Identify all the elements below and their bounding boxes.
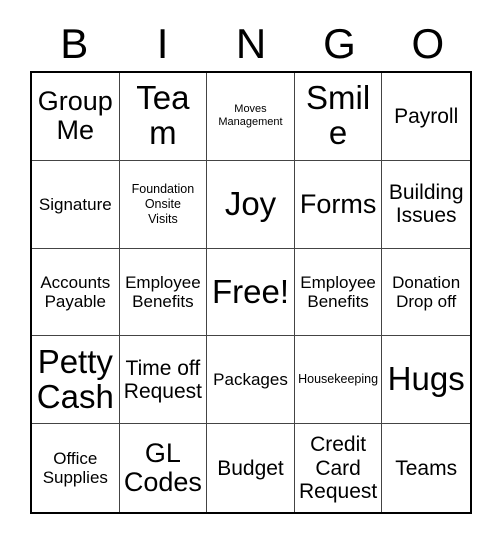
bingo-cell-o3[interactable]: Donation Drop off [382, 248, 470, 337]
header-letter-g: G [323, 20, 356, 67]
bingo-cell-label: Signature [38, 194, 112, 214]
bingo-cell-label: Budget [217, 456, 284, 480]
bingo-cell-n5[interactable]: Budget [207, 424, 295, 512]
bingo-grid: Group Me Team Moves Management Smile Pay… [30, 71, 472, 514]
bingo-cell-label: Housekeeping [298, 372, 379, 387]
bingo-cell-label: GL Codes [123, 437, 202, 498]
bingo-cell-b3[interactable]: Accounts Payable [32, 248, 120, 337]
bingo-cell-b1[interactable]: Group Me [32, 73, 120, 161]
header-letter-b: B [60, 20, 89, 67]
bingo-cell-label: Office Supplies [42, 449, 108, 488]
bingo-cell-label: Time off Request [123, 356, 202, 403]
bingo-cell-label: Employee Benefits [125, 272, 201, 311]
bingo-cell-label: Payroll [394, 104, 459, 128]
bingo-cell-g2[interactable]: Forms [294, 160, 383, 249]
bingo-cell-g5[interactable]: Credit Card Request [294, 424, 383, 512]
bingo-cell-label: Group Me [37, 86, 113, 146]
bingo-cell-b2[interactable]: Signature [32, 160, 120, 249]
bingo-cell-i5[interactable]: GL Codes [119, 424, 208, 512]
bingo-cell-o5[interactable]: Teams [382, 424, 470, 512]
bingo-card: B I N G O Group Me Team Moves Management… [0, 0, 500, 544]
bingo-cell-i3[interactable]: Employee Benefits [119, 248, 208, 337]
header-letter-n: N [235, 20, 267, 67]
bingo-cell-g4[interactable]: Housekeeping [294, 336, 383, 425]
bingo-cell-label: Teams [395, 456, 458, 480]
bingo-cell-b4[interactable]: Petty Cash [32, 336, 120, 425]
bingo-cell-o2[interactable]: Building Issues [382, 160, 470, 249]
bingo-cell-b5[interactable]: Office Supplies [32, 424, 120, 512]
bingo-cell-label: Joy [224, 184, 277, 222]
bingo-cell-label: Building Issues [388, 181, 464, 228]
bingo-cell-label: Forms [299, 188, 377, 219]
bingo-cell-i2[interactable]: Foundation Onsite Visits [119, 160, 208, 249]
bingo-cell-label: Packages [213, 370, 288, 390]
bingo-cell-label: Hugs [387, 360, 465, 398]
bingo-cell-o4[interactable]: Hugs [382, 336, 470, 425]
bingo-cell-g3[interactable]: Employee Benefits [294, 248, 383, 337]
bingo-cell-label: Employee Benefits [300, 272, 376, 311]
bingo-cell-label: Petty Cash [36, 342, 114, 415]
bingo-cell-g1[interactable]: Smile [294, 73, 383, 161]
header-letter-i: I [156, 20, 169, 67]
bingo-cell-label: Accounts Payable [40, 272, 111, 311]
bingo-cell-i1[interactable]: Team [119, 73, 208, 161]
bingo-cell-label: Foundation Onsite Visits [131, 182, 195, 226]
bingo-cell-label: Smile [306, 79, 371, 152]
bingo-cell-label: Credit Card Request [298, 433, 378, 503]
bingo-cell-i4[interactable]: Time off Request [119, 336, 208, 425]
bingo-cell-n4[interactable]: Packages [207, 336, 295, 425]
bingo-cell-label: Team [136, 79, 190, 152]
bingo-cell-free[interactable]: Free! [207, 248, 295, 337]
bingo-cell-label: Free! [211, 272, 289, 310]
bingo-cell-n2[interactable]: Joy [207, 160, 295, 249]
bingo-cell-o1[interactable]: Payroll [382, 73, 470, 161]
bingo-cell-n1[interactable]: Moves Management [207, 73, 295, 161]
bingo-cell-label: Donation Drop off [392, 272, 461, 311]
header-letter-o: O [411, 20, 445, 67]
bingo-cell-label: Moves Management [218, 103, 283, 129]
bingo-header-row: B I N G O [30, 18, 472, 70]
